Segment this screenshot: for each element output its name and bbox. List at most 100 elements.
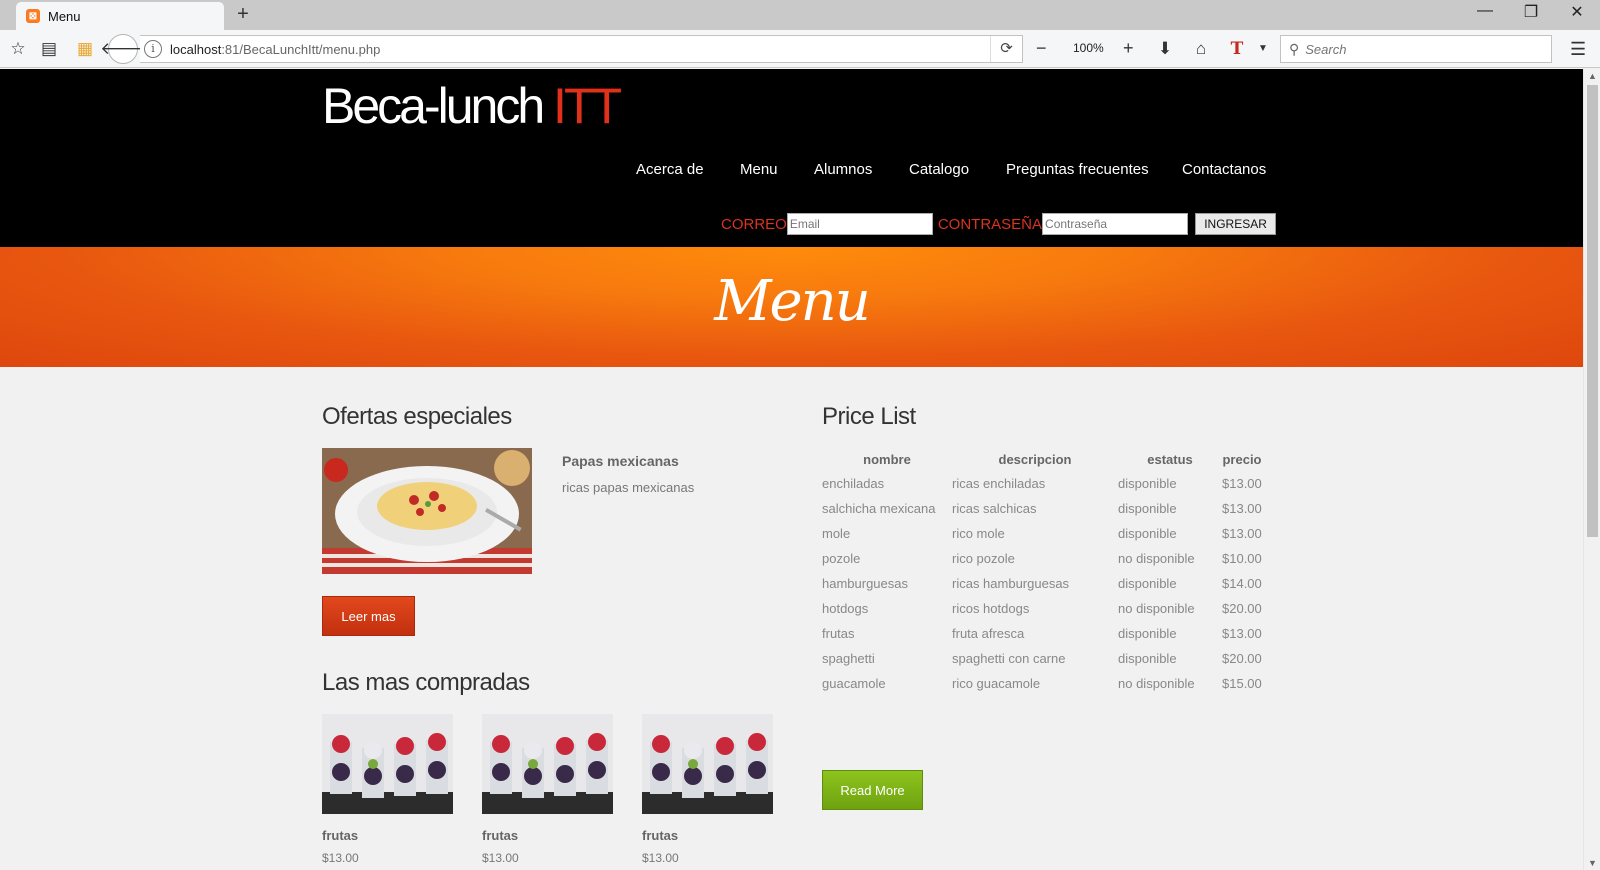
cell-nombre: frutas	[822, 626, 855, 641]
zoom-out-button[interactable]: −	[1036, 38, 1047, 59]
nav-link-catalogo[interactable]: Catalogo	[909, 161, 969, 178]
column-header: estatus	[1147, 451, 1193, 467]
cell-nombre: salchicha mexicana	[822, 501, 936, 516]
table-row: hotdogs ricos hotdogs no disponible $20.00	[822, 596, 1262, 621]
offers-heading: Ofertas especiales	[322, 403, 512, 430]
cell-precio: $20.00	[1222, 651, 1262, 666]
nav-link-alumnos[interactable]: Alumnos	[814, 161, 872, 178]
top-seller-price: $13.00	[642, 851, 679, 865]
password-label: CONTRASEÑA	[937, 215, 1043, 233]
site-logo[interactable]: Beca-lunch ITT	[322, 77, 622, 135]
cell-nombre: mole	[822, 526, 851, 541]
table-row: pozole rico pozole no disponible $10.00	[822, 546, 1262, 571]
cell-precio: $13.00	[1222, 526, 1262, 541]
main-content: Ofertas especiales Papas mexicanas ricas…	[0, 367, 1583, 870]
table-row: enchiladas ricas enchiladas disponible $13.…	[822, 471, 1262, 496]
cell-precio: $20.00	[1222, 601, 1262, 616]
apps-grid-icon[interactable]: ▦	[74, 39, 96, 59]
bookmark-star-icon[interactable]: ☆	[7, 39, 29, 59]
cell-descripcion: rico pozole	[952, 551, 1015, 566]
nav-link-menu[interactable]: Menu	[740, 161, 778, 178]
zoom-level[interactable]: 100%	[1073, 41, 1104, 55]
zoom-in-button[interactable]: +	[1123, 38, 1134, 59]
offer-item-description: ricas papas mexicanas	[562, 480, 695, 495]
cell-descripcion: fruta afresca	[952, 626, 1025, 641]
read-more-offers-button[interactable]: Leer mas	[322, 596, 415, 636]
reload-icon[interactable]: ⟳	[990, 36, 1022, 62]
url-path: :81/BecaLunchItt/menu.php	[221, 41, 381, 57]
scroll-up-arrow-icon[interactable]: ▲	[1588, 71, 1597, 81]
cell-estatus: no disponible	[1118, 601, 1195, 616]
text-tool-icon[interactable]: T	[1226, 39, 1248, 59]
logo-main: Beca-lunch	[322, 78, 554, 134]
price-table: nombre descripcion estatus precio enchil…	[822, 447, 1262, 696]
offer-image[interactable]	[322, 448, 532, 574]
nav-link-contactanos[interactable]: Contactanos	[1182, 161, 1266, 178]
cell-estatus: disponible	[1118, 526, 1177, 541]
top-seller-name: frutas	[642, 828, 679, 843]
top-seller-item[interactable]: frutas $13.00	[322, 714, 453, 865]
back-button[interactable]: 🡐	[100, 34, 146, 64]
search-input[interactable]	[1305, 41, 1526, 57]
close-window-button[interactable]: ✕	[1554, 2, 1600, 22]
url-host: localhost	[170, 41, 222, 57]
top-seller-item[interactable]: frutas $13.00	[482, 714, 613, 865]
site-info-icon[interactable]: i	[144, 40, 162, 58]
cell-estatus: no disponible	[1118, 676, 1195, 691]
url-bar[interactable]: i localhost:81/BecaLunchItt/menu.php ⟳	[140, 35, 1023, 63]
login-button[interactable]: INGRESAR	[1195, 213, 1277, 235]
navigation-toolbar: ☆ ▤ ▦ 🡐 i localhost:81/BecaLunchItt/menu…	[0, 30, 1600, 68]
vertical-scrollbar[interactable]: ▲ ▼	[1583, 69, 1600, 870]
column-header: nombre	[863, 451, 911, 467]
top-seller-name: frutas	[322, 828, 359, 843]
nav-link-preguntas[interactable]: Preguntas frecuentes	[1006, 161, 1149, 178]
tab-title: Menu	[48, 8, 81, 24]
download-icon[interactable]: ⬇	[1154, 39, 1176, 59]
email-field[interactable]	[786, 213, 933, 235]
chevron-down-icon[interactable]: ▼	[1252, 43, 1274, 54]
table-row: salchicha mexicana ricas salchicas disponi…	[822, 496, 1262, 521]
top-seller-price: $13.00	[482, 851, 519, 865]
browser-tab[interactable]: ⊠ Menu	[16, 2, 224, 30]
password-field[interactable]	[1042, 213, 1189, 235]
offer-item-name: Papas mexicanas	[562, 453, 679, 469]
hamburger-menu-icon[interactable]: ☰	[1570, 39, 1586, 60]
cell-estatus: disponible	[1118, 476, 1177, 491]
tab-bar: ⊠ Menu + — ❐ ✕	[0, 0, 1600, 30]
dessert-image	[322, 714, 453, 814]
page-viewport: Beca-lunch ITT Acerca de Menu Alumnos Ca…	[0, 69, 1583, 870]
search-icon: ⚲	[1289, 40, 1300, 57]
table-header-row: nombre descripcion estatus precio	[822, 447, 1262, 471]
new-tab-button[interactable]: +	[233, 3, 253, 26]
minimize-button[interactable]: —	[1462, 2, 1508, 20]
cell-estatus: no disponible	[1118, 551, 1195, 566]
top-seller-price: $13.00	[322, 851, 359, 865]
table-row: hamburguesas ricas hamburguesas disponible…	[822, 571, 1262, 596]
dessert-image	[482, 714, 613, 814]
cell-nombre: spaghetti	[822, 651, 875, 666]
cell-precio: $13.00	[1222, 476, 1262, 491]
cell-nombre: hamburguesas	[822, 576, 908, 591]
cell-descripcion: spaghetti con carne	[952, 651, 1066, 666]
search-bar: ⚲	[1280, 35, 1552, 63]
scroll-down-arrow-icon[interactable]: ▼	[1588, 858, 1597, 868]
pasta-dish-image	[322, 448, 532, 574]
cell-estatus: disponible	[1118, 576, 1177, 591]
home-icon[interactable]: ⌂	[1190, 39, 1212, 59]
restore-button[interactable]: ❐	[1508, 2, 1554, 22]
top-seller-item[interactable]: frutas $13.00	[642, 714, 773, 865]
banner-title: Menu	[714, 269, 871, 334]
cell-precio: $13.00	[1222, 626, 1262, 641]
scrollbar-thumb[interactable]	[1587, 85, 1598, 537]
table-row: spaghetti spaghetti con carne disponible $2…	[822, 646, 1262, 671]
read-more-price-list-button[interactable]: Read More	[822, 770, 923, 810]
cell-estatus: disponible	[1118, 501, 1177, 516]
column-header: descripcion	[998, 451, 1072, 467]
nav-link-acerca[interactable]: Acerca de	[636, 161, 704, 178]
cell-descripcion: rico mole	[952, 526, 1005, 541]
logo-accent: ITT	[553, 78, 622, 134]
cell-precio: $13.00	[1222, 501, 1262, 516]
cell-descripcion: ricas enchiladas	[952, 476, 1046, 491]
cell-precio: $14.00	[1222, 576, 1262, 591]
reading-list-icon[interactable]: ▤	[38, 39, 60, 59]
